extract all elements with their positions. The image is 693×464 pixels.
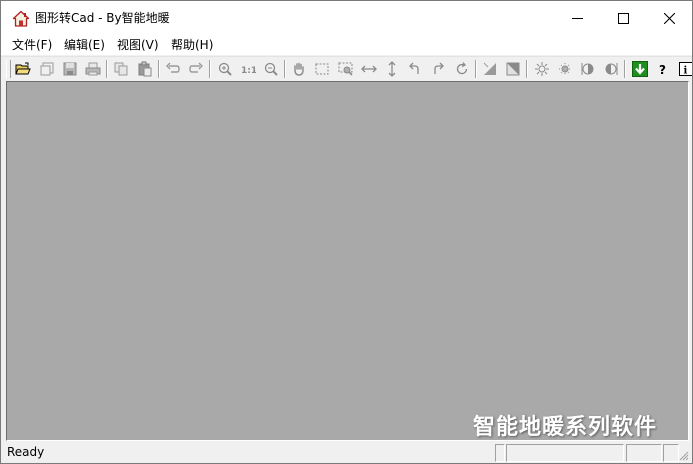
contrast-down-button[interactable] [602,60,620,78]
drawing-canvas[interactable]: 智能地暖系列软件 [6,81,689,441]
status-pane [495,444,505,462]
info-button[interactable]: i [677,60,692,78]
open-button[interactable] [14,60,32,78]
open-folder-icon [15,62,31,75]
toolbar-separator [209,60,211,78]
fit-width-button[interactable] [360,60,378,78]
close-button[interactable] [646,1,692,35]
brightness-up-button[interactable] [533,60,551,78]
print-button[interactable] [84,60,102,78]
status-bar: Ready [1,441,692,463]
zoom-window-button[interactable] [337,60,355,78]
diagonal-fill-icon [483,62,496,75]
close-icon [663,12,675,24]
rotate-right-button[interactable] [429,60,447,78]
diagonal-invert-icon [506,62,520,76]
copy-button[interactable] [112,60,130,78]
status-text: Ready [7,445,45,459]
print-icon [85,62,101,76]
select-rect-button[interactable] [313,60,331,78]
diagonal-invert-button[interactable] [504,60,522,78]
menu-edit[interactable]: 编辑(E) [62,37,107,53]
maximize-icon [617,12,629,24]
title-bar[interactable]: 图形转Cad - By智能地暖 [1,1,692,35]
contrast-up-button[interactable] [579,60,597,78]
menu-bar: 文件(F) 编辑(E) 视图(V) 帮助(H) [1,35,692,55]
pan-button[interactable] [290,60,308,78]
zoom-in-icon [218,62,232,76]
svg-text:?: ? [659,63,666,77]
contrast-down-icon [605,63,618,75]
zoom-out-button[interactable] [262,60,280,78]
toolbar-grip[interactable] [6,60,11,78]
save-icon [63,62,77,76]
minimize-icon [571,17,583,19]
minimize-button[interactable] [554,1,600,35]
brightness-up-icon [535,62,549,76]
maximize-button[interactable] [600,1,646,35]
menu-view[interactable]: 视图(V) [115,37,161,53]
zoom-actual-icon: 1:1 [241,66,256,76]
pan-hand-icon [294,62,304,76]
toolbar-separator [106,60,108,78]
contrast-up-icon [581,63,594,75]
zoom-actual-button[interactable]: 1:1 [239,60,257,78]
paste-button[interactable] [136,60,154,78]
help-button[interactable]: ? [654,60,672,78]
svg-text:1:1: 1:1 [241,66,256,76]
rotate-left-icon [409,62,419,74]
house-icon[interactable] [12,10,30,28]
menu-file[interactable]: 文件(F) [10,37,54,53]
brightness-down-icon [559,63,571,75]
download-arrow-icon [632,61,648,77]
toolbar-separator [284,60,286,78]
zoom-out-icon [264,62,278,76]
new-layer-icon [40,62,54,76]
select-rect-icon [315,63,329,75]
new-layer-button[interactable] [38,60,56,78]
status-pane [626,444,662,462]
status-pane [506,444,624,462]
fit-height-button[interactable] [383,60,401,78]
svg-text:i: i [684,66,688,77]
watermark-text: 智能地暖系列软件 [473,415,658,440]
copy-icon [114,62,128,76]
undo-button[interactable] [164,60,182,78]
help-question-icon: ? [659,63,666,77]
toolbar-separator [475,60,477,78]
toolbar-separator [158,60,160,78]
fit-width-icon [361,65,377,73]
toolbar-separator [624,60,626,78]
main-window: 图形转Cad - By智能地暖 文件(F) 编辑(E) 视图(V) 帮助(H) [0,0,693,464]
paste-icon [138,61,152,77]
zoom-in-button[interactable] [216,60,234,78]
size-grip-icon[interactable] [677,449,689,461]
redo-icon [189,62,203,73]
rotate-left-button[interactable] [406,60,424,78]
diagonal-fill-button[interactable] [481,60,499,78]
rotate-reset-button[interactable] [453,60,471,78]
window-title: 图形转Cad - By智能地暖 [35,11,170,25]
toolbar: 1:1 ? i [1,56,692,81]
save-button[interactable] [61,60,79,78]
menu-help[interactable]: 帮助(H) [169,37,215,53]
fit-height-icon [388,61,396,77]
rotate-right-icon [434,62,444,74]
redo-button[interactable] [187,60,205,78]
download-button[interactable] [631,60,649,78]
rotate-reset-icon [456,62,468,75]
toolbar-separator [526,60,528,78]
undo-icon [166,62,180,73]
zoom-window-icon [338,62,353,76]
brightness-down-button[interactable] [556,60,574,78]
info-icon: i [679,62,692,77]
